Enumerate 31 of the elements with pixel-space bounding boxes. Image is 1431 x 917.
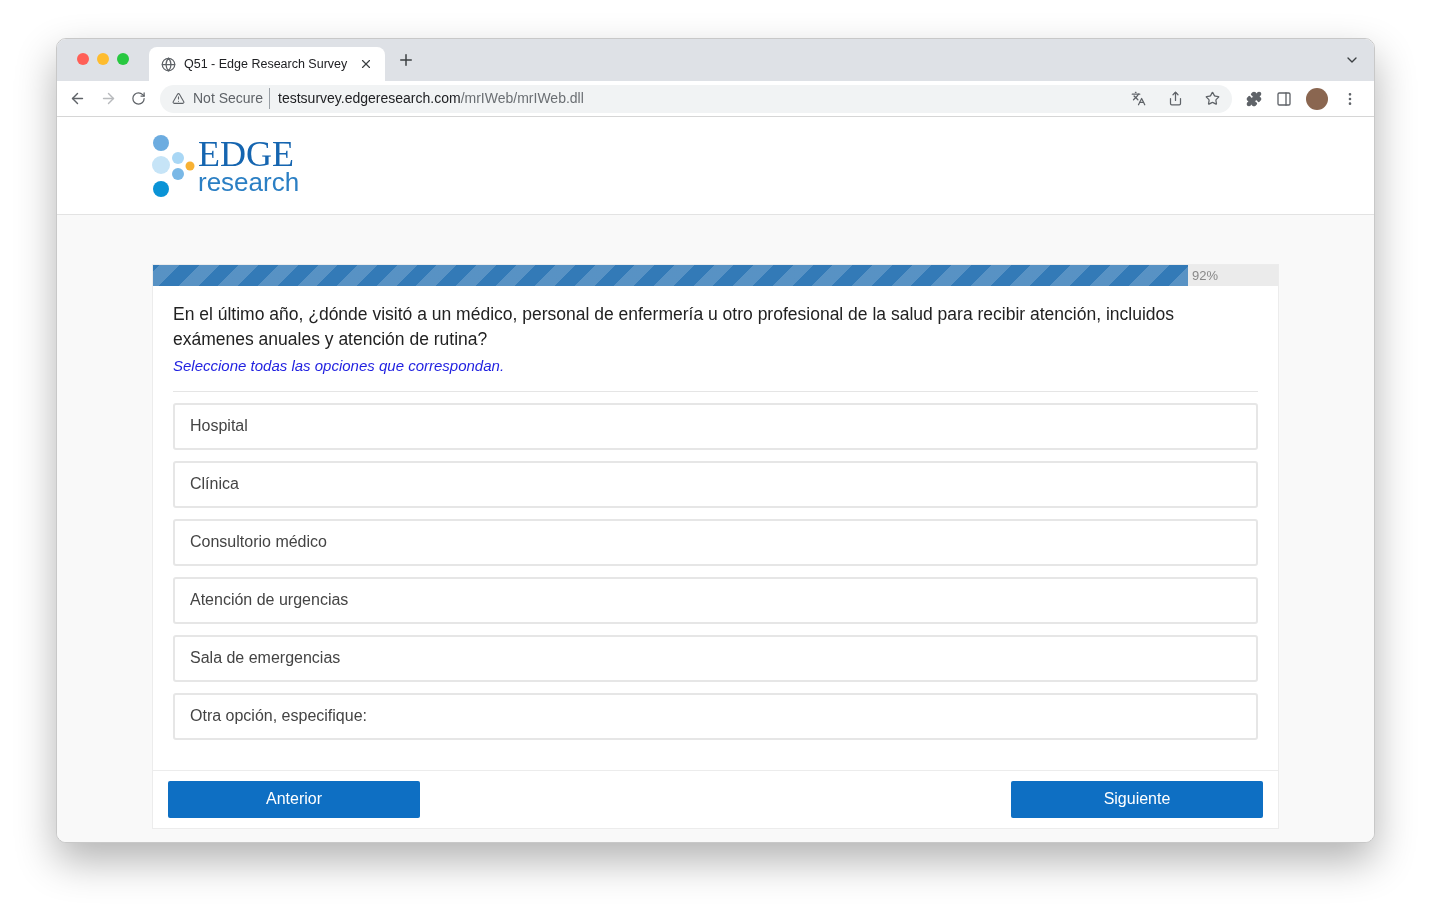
previous-button[interactable]: Anterior [168, 780, 420, 818]
browser-tab[interactable]: Q51 - Edge Research Survey [149, 47, 385, 81]
warning-icon [172, 92, 185, 105]
progress-percentage: 92% [1192, 266, 1219, 285]
new-tab-icon[interactable] [397, 51, 415, 69]
tab-title: Q51 - Edge Research Survey [184, 55, 349, 73]
instruction-text: Seleccione todas las opciones que correspondan. [173, 355, 1258, 392]
globe-icon [161, 56, 176, 72]
close-tab-icon[interactable] [359, 57, 373, 71]
answer-option[interactable]: Hospital [173, 402, 1258, 450]
reload-icon[interactable] [131, 91, 146, 106]
answer-option[interactable]: Consultorio médico [173, 518, 1258, 566]
address-bar[interactable]: Not Secure testsurvey.edgeresearch.com/mrIWeb/mrIWeb.dll [160, 84, 1232, 113]
answer-option[interactable]: Sala de emergencias [173, 634, 1258, 682]
next-button[interactable]: Siguiente [1011, 780, 1263, 818]
dots-logo-icon [152, 133, 196, 198]
translate-icon[interactable] [1131, 91, 1146, 106]
question-text: En el último año, ¿dónde visitó a un médico, personal de enfermería u otro profesional de la salud para recibir atención, incluidos exámenes anuales y atención de rutina? [173, 303, 1175, 351]
answer-option[interactable]: Otra opción, especifique: [173, 692, 1258, 740]
answer-option[interactable]: Clínica [173, 460, 1258, 508]
security-label: Not Secure [193, 88, 271, 109]
answer-option[interactable]: Atención de urgencias [173, 576, 1258, 624]
side-panel-icon[interactable] [1276, 90, 1292, 107]
back-icon[interactable] [69, 90, 86, 107]
url-text: testsurvey.edgeresearch.com/mrIWeb/mrIWeb.dll [278, 89, 585, 108]
share-icon[interactable] [1168, 91, 1183, 106]
logo-wordmark: EDGE [198, 137, 294, 170]
logo-subtitle: research [198, 169, 300, 194]
bookmark-star-icon[interactable] [1205, 91, 1220, 106]
extensions-icon[interactable] [1246, 90, 1262, 107]
avatar[interactable] [1306, 87, 1328, 110]
